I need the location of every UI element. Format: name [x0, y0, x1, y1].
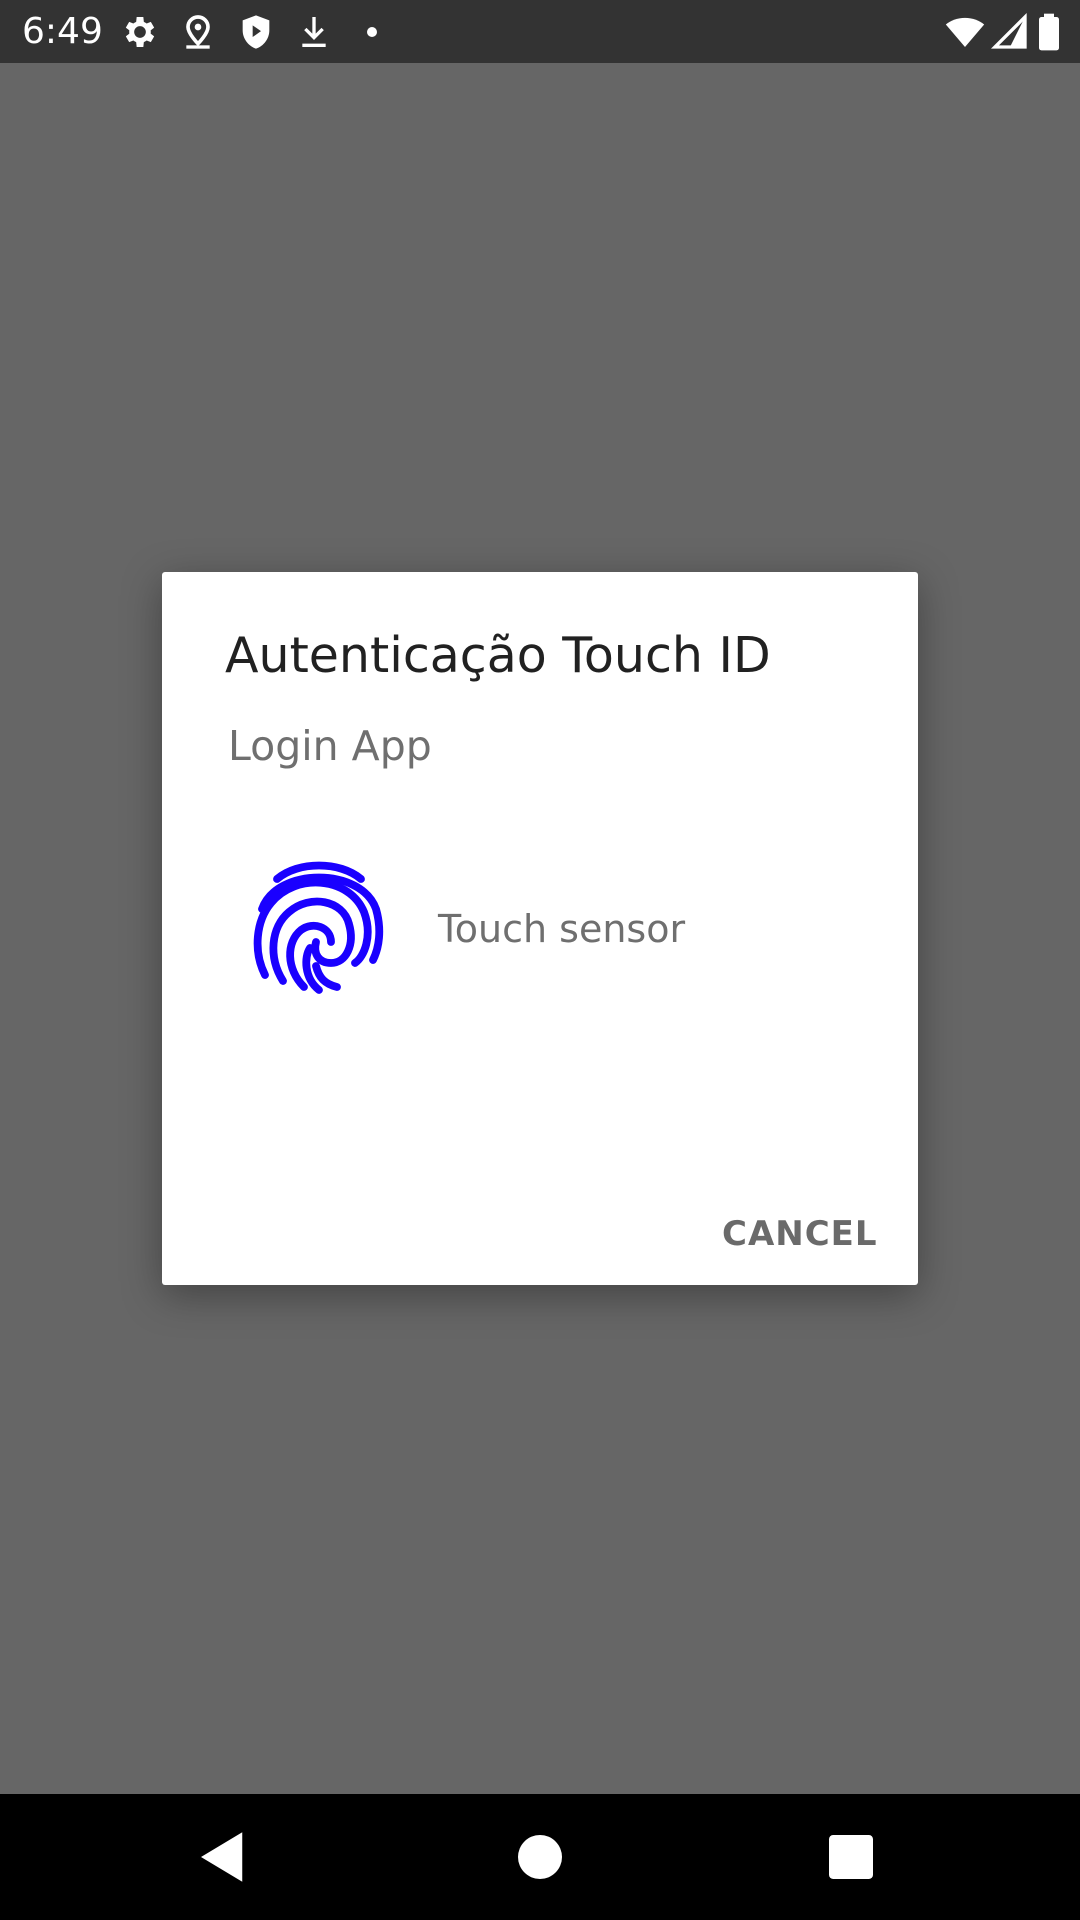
shield-icon [236, 12, 276, 52]
location-icon [178, 12, 218, 52]
wifi-icon [944, 12, 986, 52]
battery-icon [1036, 12, 1062, 52]
back-icon[interactable] [190, 1824, 256, 1890]
dialog-subtitle: Login App [228, 722, 432, 770]
settings-icon [120, 12, 160, 52]
dialog-title: Autenticação Touch ID [225, 627, 771, 684]
navigation-bar [0, 1794, 1080, 1920]
cancel-button[interactable]: CANCEL [708, 1198, 892, 1270]
home-icon[interactable] [507, 1824, 573, 1890]
fingerprint-dialog: Autenticação Touch ID Login App Touch se… [162, 572, 918, 1285]
signal-icon [990, 12, 1030, 52]
status-bar: 6:49 [0, 0, 1080, 63]
sensor-status-label: Touch sensor [438, 907, 686, 951]
status-time: 6:49 [22, 11, 103, 52]
recents-icon[interactable] [818, 1824, 884, 1890]
dot-icon [352, 12, 392, 52]
download-icon [294, 12, 334, 52]
fingerprint-icon [244, 852, 394, 1002]
